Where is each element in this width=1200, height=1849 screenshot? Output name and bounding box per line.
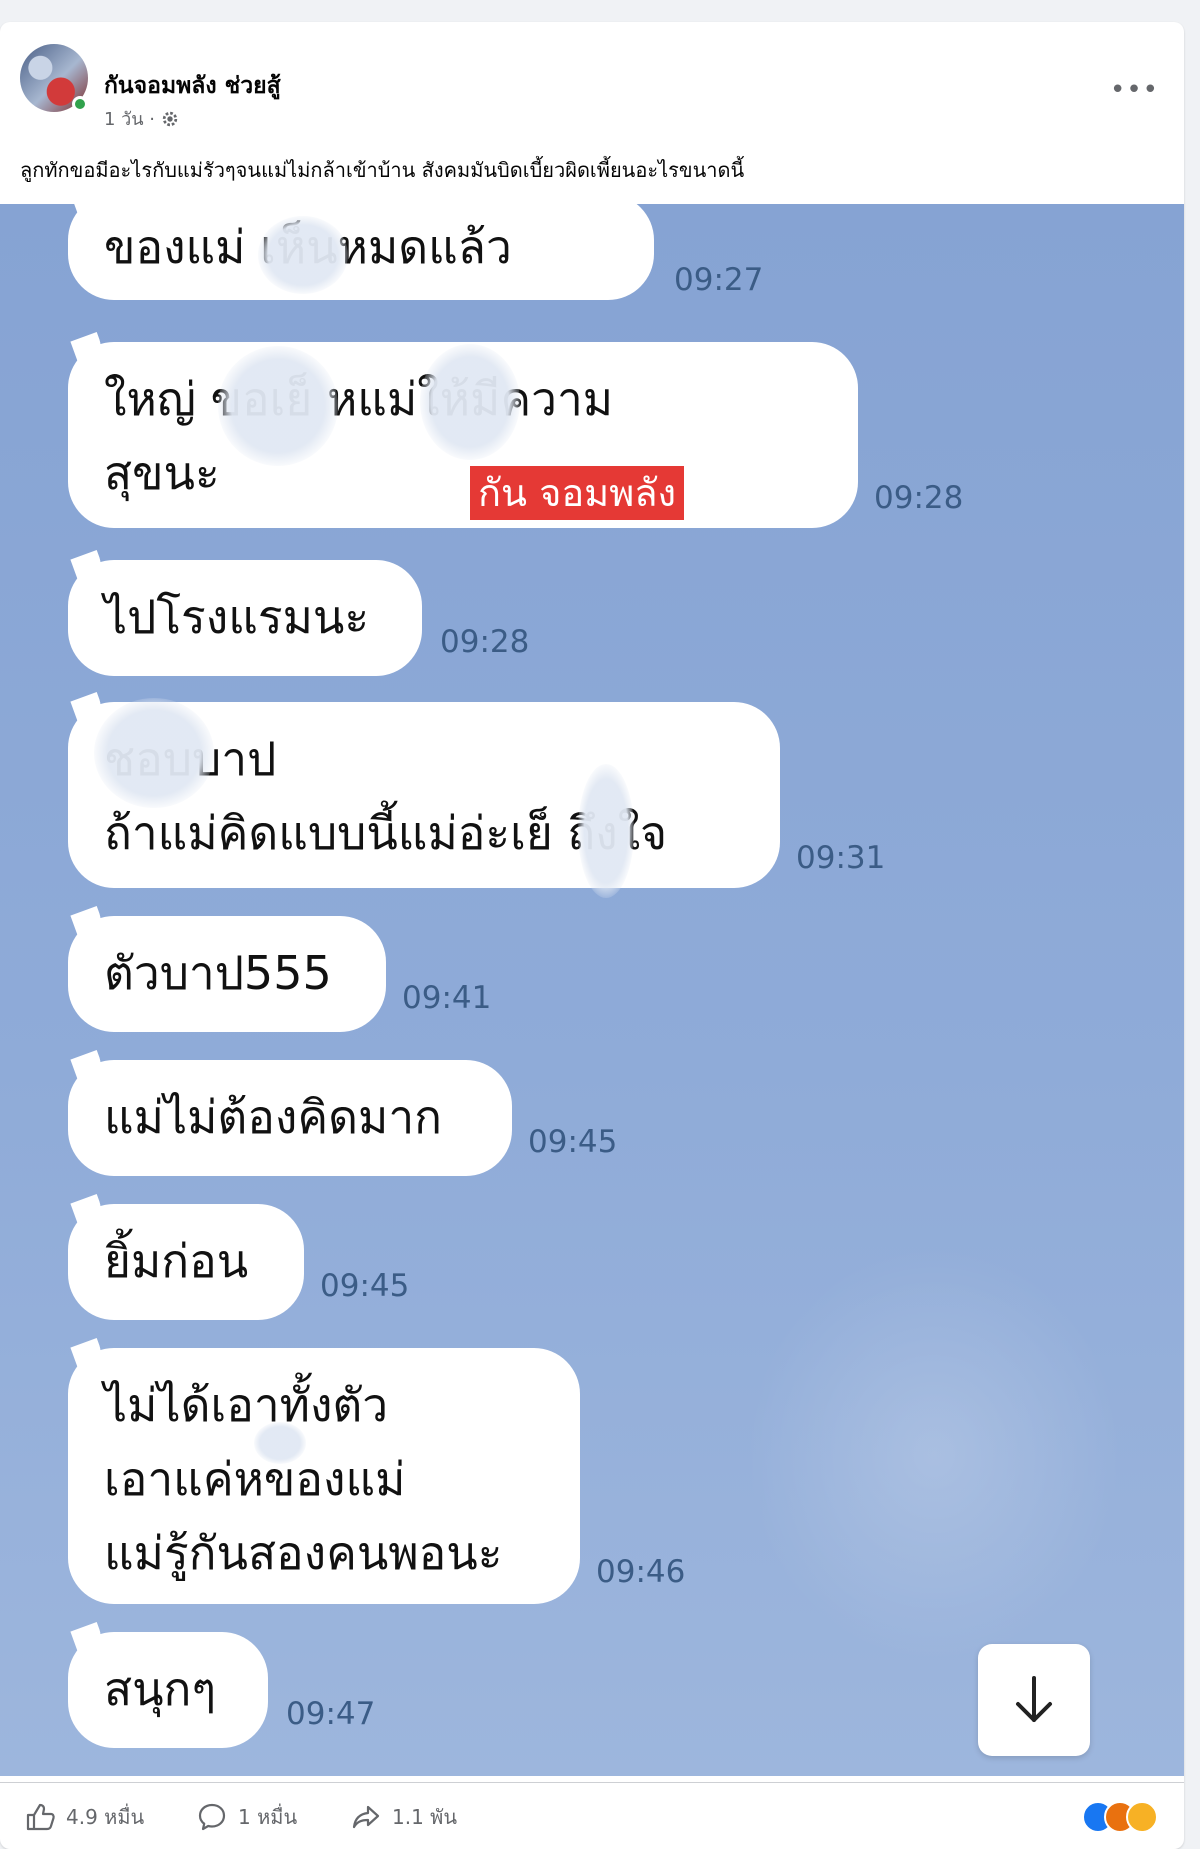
message-line: เอาแค่หของแม่ [104, 1452, 406, 1506]
comment-count: 1 หมื่น [238, 1805, 298, 1829]
chat-bubble: แม่ไม่ต้องคิดมาก [68, 1060, 512, 1176]
arrow-down-icon [1016, 1676, 1052, 1722]
online-status-dot [72, 96, 88, 112]
post-header: กันจอมพลัง ช่วยสู้ 1 วัน · ••• ลูกทักขอม… [0, 22, 1184, 182]
share-arrow-icon [352, 1805, 380, 1829]
message-time: 09:47 [286, 1696, 376, 1732]
message-line: แม่รู้กันสองคนพอนะ [104, 1526, 503, 1580]
like-count: 4.9 หมื่น [66, 1805, 145, 1829]
comment-action[interactable]: 1 หมื่น [196, 1801, 297, 1833]
chat-bubble: สนุกๆ [68, 1632, 268, 1748]
censor-blur [94, 698, 214, 808]
post-time[interactable]: 1 วัน · [104, 104, 155, 133]
watermark-label: กัน จอมพลัง [470, 466, 685, 520]
censor-blur [578, 764, 634, 898]
message-time: 09:27 [674, 262, 764, 298]
message-time: 09:46 [596, 1554, 686, 1590]
background-cloud [744, 1244, 1124, 1664]
sad-reaction-icon [1126, 1801, 1158, 1833]
censor-blur [218, 346, 338, 466]
chat-screenshot: ของแม่ เห็นหมดแล้ว 09:27 ใหญ่ ขอเย็ หแม่… [0, 204, 1184, 1776]
message-line: สนุกๆ [104, 1662, 217, 1716]
more-options-button[interactable]: ••• [1110, 77, 1158, 103]
post-card: กันจอมพลัง ช่วยสู้ 1 วัน · ••• ลูกทักขอม… [0, 22, 1184, 1849]
message-time: 09:45 [528, 1124, 618, 1160]
like-thumb-icon [26, 1803, 55, 1831]
comment-bubble-icon [198, 1803, 226, 1831]
message-line: ไปโรงแรมนะ [104, 590, 370, 644]
post-caption: ลูกทักขอมีอะไรกับแม่รัวๆจนแม่ไม่กล้าเข้า… [20, 158, 745, 182]
like-action[interactable]: 4.9 หมื่น [24, 1801, 144, 1833]
share-action[interactable]: 1.1 พัน [350, 1801, 457, 1833]
message-line: แม่ไม่ต้องคิดมาก [104, 1090, 443, 1144]
message-line: ไม่ได้เอาทั้งตัว [104, 1378, 389, 1432]
message-time: 09:28 [874, 480, 964, 516]
chat-bubble: ยิ้มก่อน [68, 1204, 304, 1320]
scroll-to-bottom-button[interactable] [978, 1644, 1090, 1756]
post-meta: 1 วัน · [104, 104, 179, 133]
post-actions-bar: 4.9 หมื่น 1 หมื่น 1.1 พัน [0, 1782, 1184, 1849]
privacy-gear-icon [162, 111, 178, 126]
censor-blur [420, 344, 520, 460]
message-line: ตัวบาป555 [104, 946, 332, 1000]
message-time: 09:31 [796, 840, 886, 876]
message-time: 09:41 [402, 980, 492, 1016]
chat-bubble: ตัวบาป555 [68, 916, 386, 1032]
message-time: 09:45 [320, 1268, 410, 1304]
message-line: ยิ้มก่อน [104, 1234, 249, 1288]
share-count: 1.1 พัน [392, 1805, 458, 1829]
author-name[interactable]: กันจอมพลัง ช่วยสู้ [104, 68, 281, 104]
chat-bubble: ไปโรงแรมนะ [68, 560, 422, 676]
censor-blur [254, 1422, 306, 1464]
message-time: 09:28 [440, 624, 530, 660]
message-line: ของแม่ เห็นหมดแล้ว [104, 220, 512, 274]
message-line: ถ้าแม่คิดแบบนี้แม่อ่ะเย็ ถึงใจ [104, 806, 668, 860]
reaction-summary[interactable] [1082, 1801, 1162, 1835]
chat-bubble: ของแม่ เห็นหมดแล้ว [68, 204, 654, 300]
chat-bubble: ไม่ได้เอาทั้งตัว เอาแค่หของแม่ แม่รู้กัน… [68, 1348, 580, 1604]
censor-blur [258, 216, 348, 294]
